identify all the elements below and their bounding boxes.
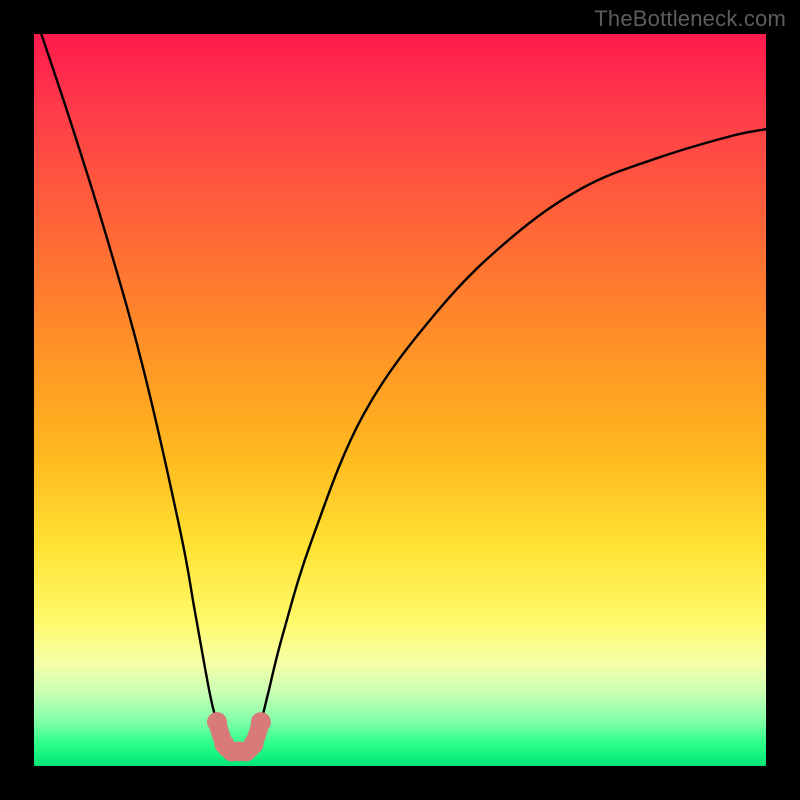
minimum-band-dot bbox=[251, 712, 271, 732]
curve-layer bbox=[34, 34, 766, 766]
plot-area bbox=[34, 34, 766, 766]
bottleneck-curve-line bbox=[41, 34, 766, 752]
minimum-band-dot bbox=[207, 712, 227, 732]
chart-frame: TheBottleneck.com bbox=[0, 0, 800, 800]
watermark-text: TheBottleneck.com bbox=[594, 6, 786, 32]
minimum-band-dot bbox=[244, 734, 264, 754]
